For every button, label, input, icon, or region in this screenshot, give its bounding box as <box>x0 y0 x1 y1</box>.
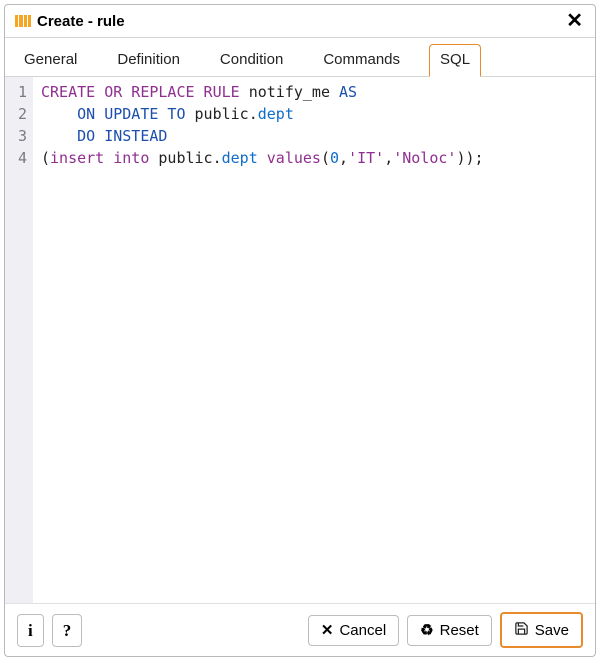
close-icon: ✕ <box>321 623 334 638</box>
save-button[interactable]: Save <box>500 612 583 648</box>
cancel-label: Cancel <box>339 623 386 638</box>
tab-condition[interactable]: Condition <box>209 44 294 76</box>
cancel-button[interactable]: ✕ Cancel <box>308 615 399 646</box>
code-line: CREATE OR REPLACE RULE notify_me AS <box>41 81 484 103</box>
code-line: DO INSTEAD <box>41 125 484 147</box>
info-icon: i <box>28 622 33 639</box>
footer-bar: i ? ✕ Cancel ♻ Reset Save <box>5 603 595 656</box>
save-label: Save <box>535 623 569 638</box>
help-button[interactable]: ? <box>52 614 83 647</box>
title-bar: Create - rule ✕ <box>5 5 595 38</box>
tab-commands[interactable]: Commands <box>312 44 411 76</box>
rule-icon <box>15 15 31 27</box>
tab-bar: General Definition Condition Commands SQL <box>5 38 595 77</box>
reset-label: Reset <box>440 623 479 638</box>
code-area[interactable]: CREATE OR REPLACE RULE notify_me AS ON U… <box>33 77 492 603</box>
sql-editor[interactable]: 1234 CREATE OR REPLACE RULE notify_me AS… <box>5 77 595 603</box>
code-line: ON UPDATE TO public.dept <box>41 103 484 125</box>
tab-sql[interactable]: SQL <box>429 44 481 77</box>
save-icon <box>514 621 529 639</box>
help-icon: ? <box>63 622 72 639</box>
close-icon[interactable]: ✕ <box>564 11 585 31</box>
dialog-title: Create - rule <box>37 13 564 30</box>
line-gutter: 1234 <box>5 77 33 603</box>
code-line: (insert into public.dept values(0,'IT','… <box>41 147 484 169</box>
info-button[interactable]: i <box>17 614 44 647</box>
tab-definition[interactable]: Definition <box>106 44 191 76</box>
reset-button[interactable]: ♻ Reset <box>407 615 492 646</box>
create-rule-dialog: Create - rule ✕ General Definition Conditi… <box>4 4 596 657</box>
tab-general[interactable]: General <box>13 44 88 76</box>
recycle-icon: ♻ <box>420 623 433 638</box>
